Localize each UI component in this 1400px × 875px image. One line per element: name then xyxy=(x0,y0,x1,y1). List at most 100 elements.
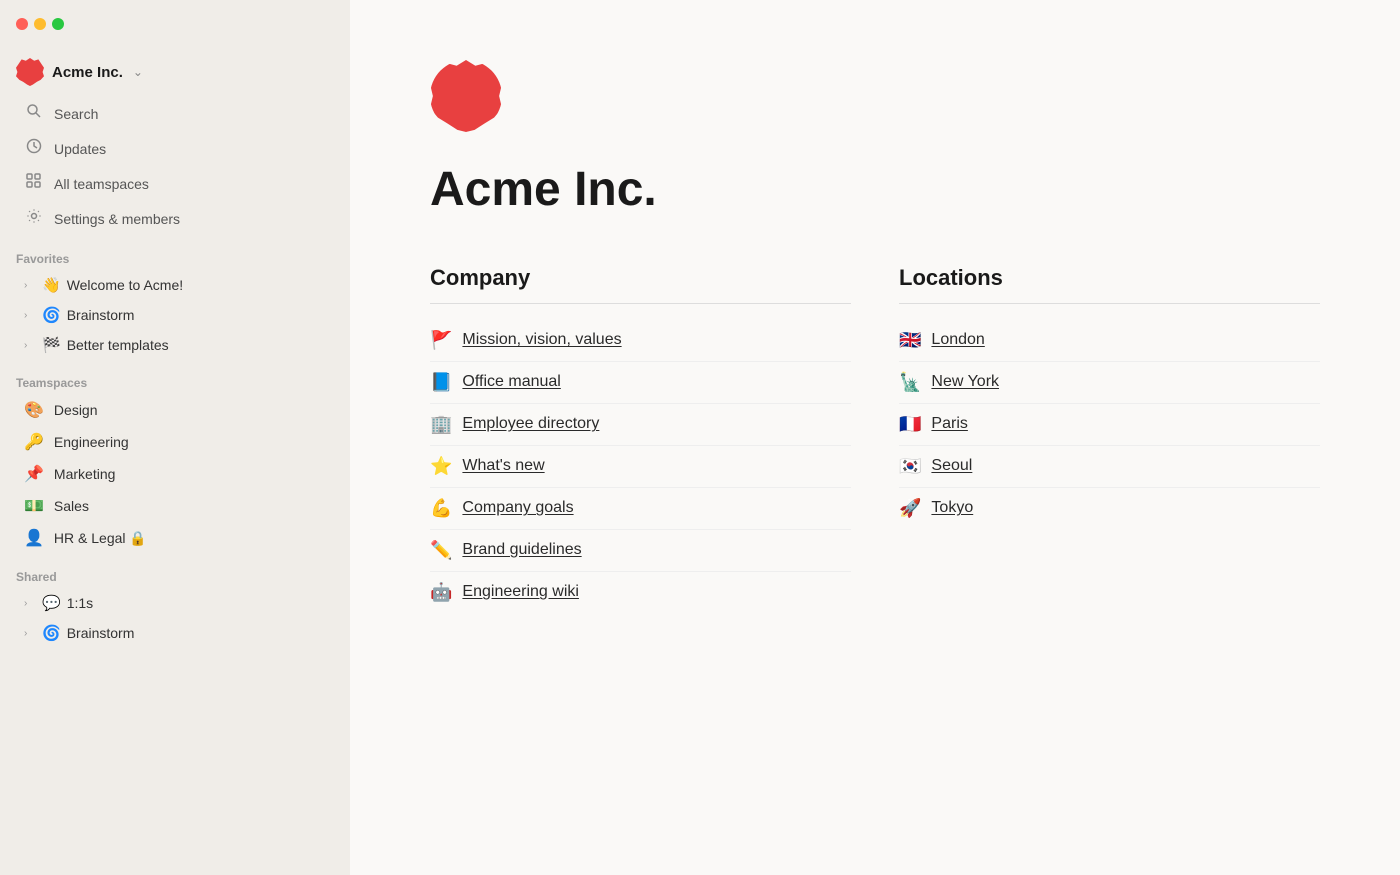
list-item-engineering-wiki[interactable]: 🤖 Engineering wiki xyxy=(430,572,851,613)
list-item-london[interactable]: 🇬🇧 London xyxy=(899,320,1320,362)
sidebar-item-brainstorm-shared[interactable]: › 🌀 Brainstorm xyxy=(8,619,342,647)
list-item-company-goals[interactable]: 💪 Company goals xyxy=(430,488,851,530)
sidebar-item-design[interactable]: 🎨 Design xyxy=(8,395,342,425)
titlebar xyxy=(0,0,350,48)
gear-icon xyxy=(24,208,44,229)
locations-heading: Locations xyxy=(899,265,1320,304)
list-item-employee-directory[interactable]: 🏢 Employee directory xyxy=(430,404,851,446)
item-label: What's new xyxy=(462,457,544,475)
directory-emoji: 🏢 xyxy=(430,414,452,435)
updates-button[interactable]: Updates xyxy=(8,132,342,165)
brainstorm-emoji: 🌀 xyxy=(42,306,61,324)
wiki-emoji: 🤖 xyxy=(430,582,452,603)
teamspaces-section-label: Teamspaces xyxy=(0,360,350,394)
shared-section-label: Shared xyxy=(0,554,350,588)
sales-emoji: 💵 xyxy=(24,496,44,516)
sidebar-item-welcome[interactable]: › 👋 Welcome to Acme! xyxy=(8,271,342,299)
sidebar-item-brainstorm-fav[interactable]: › 🌀 Brainstorm xyxy=(8,301,342,329)
mission-emoji: 🚩 xyxy=(430,330,452,351)
workspace-name: Acme Inc. xyxy=(52,64,123,81)
brainstorm-shared-emoji: 🌀 xyxy=(42,624,61,642)
settings-button[interactable]: Settings & members xyxy=(8,202,342,235)
sidebar-item-hr-legal[interactable]: 👤 HR & Legal 🔒 xyxy=(8,523,342,553)
item-label: Employee directory xyxy=(462,415,599,433)
search-label: Search xyxy=(54,106,98,122)
sidebar-item-label: Brainstorm xyxy=(67,307,135,323)
all-teamspaces-label: All teamspaces xyxy=(54,176,149,192)
marketing-emoji: 📌 xyxy=(24,464,44,484)
locations-list: 🇬🇧 London 🗽 New York 🇫🇷 Paris 🇰🇷 Seoul 🚀 xyxy=(899,320,1320,529)
item-label: Brand guidelines xyxy=(462,541,581,559)
content-grid: Company 🚩 Mission, vision, values 📘 Offi… xyxy=(430,265,1320,613)
star-emoji: ⭐ xyxy=(430,456,452,477)
sidebar-item-1on1s[interactable]: › 💬 1:1s xyxy=(8,589,342,617)
templates-emoji: 🏁 xyxy=(42,336,61,354)
list-item-whats-new[interactable]: ⭐ What's new xyxy=(430,446,851,488)
updates-label: Updates xyxy=(54,141,106,157)
item-label: Seoul xyxy=(931,457,972,475)
list-item-new-york[interactable]: 🗽 New York xyxy=(899,362,1320,404)
new-york-emoji: 🗽 xyxy=(899,372,921,393)
minimize-button[interactable] xyxy=(34,18,46,30)
company-section: Company 🚩 Mission, vision, values 📘 Offi… xyxy=(430,265,851,613)
chat-emoji: 💬 xyxy=(42,594,61,612)
chevron-right-icon: › xyxy=(24,598,36,609)
page-logo xyxy=(430,60,502,132)
sidebar-item-label: Welcome to Acme! xyxy=(67,277,183,293)
wave-emoji: 👋 xyxy=(42,276,61,294)
company-heading: Company xyxy=(430,265,851,304)
sidebar-item-label: HR & Legal 🔒 xyxy=(54,530,147,547)
list-item-brand-guidelines[interactable]: ✏️ Brand guidelines xyxy=(430,530,851,572)
brand-emoji: ✏️ xyxy=(430,540,452,561)
maximize-button[interactable] xyxy=(52,18,64,30)
sidebar-item-sales[interactable]: 💵 Sales xyxy=(8,491,342,521)
goals-emoji: 💪 xyxy=(430,498,452,519)
list-item-mission[interactable]: 🚩 Mission, vision, values xyxy=(430,320,851,362)
sidebar-item-label: Brainstorm xyxy=(67,625,135,641)
workspace-selector[interactable]: Acme Inc. ⌄ xyxy=(0,48,350,96)
sidebar-item-engineering[interactable]: 🔑 Engineering xyxy=(8,427,342,457)
item-label: London xyxy=(931,331,984,349)
company-list: 🚩 Mission, vision, values 📘 Office manua… xyxy=(430,320,851,613)
hr-emoji: 👤 xyxy=(24,528,44,548)
paris-emoji: 🇫🇷 xyxy=(899,414,921,435)
design-emoji: 🎨 xyxy=(24,400,44,420)
item-label: Tokyo xyxy=(931,499,973,517)
close-button[interactable] xyxy=(16,18,28,30)
traffic-lights xyxy=(16,18,64,30)
list-item-tokyo[interactable]: 🚀 Tokyo xyxy=(899,488,1320,529)
item-label: Engineering wiki xyxy=(462,583,579,601)
engineering-emoji: 🔑 xyxy=(24,432,44,452)
item-label: Company goals xyxy=(462,499,573,517)
favorites-section-label: Favorites xyxy=(0,236,350,270)
item-label: Paris xyxy=(931,415,967,433)
search-icon xyxy=(24,103,44,124)
london-emoji: 🇬🇧 xyxy=(899,330,921,351)
chevron-right-icon: › xyxy=(24,280,36,291)
main-content: Acme Inc. Company 🚩 Mission, vision, val… xyxy=(350,0,1400,875)
settings-label: Settings & members xyxy=(54,211,180,227)
clock-icon xyxy=(24,138,44,159)
sidebar-item-better-templates[interactable]: › 🏁 Better templates xyxy=(8,331,342,359)
all-teamspaces-button[interactable]: All teamspaces xyxy=(8,167,342,200)
list-item-office-manual[interactable]: 📘 Office manual xyxy=(430,362,851,404)
chevron-right-icon: › xyxy=(24,310,36,321)
sidebar-item-label: 1:1s xyxy=(67,595,93,611)
page-title: Acme Inc. xyxy=(430,164,1320,217)
search-button[interactable]: Search xyxy=(8,97,342,130)
chevron-right-icon: › xyxy=(24,628,36,639)
list-item-paris[interactable]: 🇫🇷 Paris xyxy=(899,404,1320,446)
item-label: Office manual xyxy=(462,373,560,391)
sidebar-item-label: Design xyxy=(54,402,98,418)
chevron-right-icon: › xyxy=(24,340,36,351)
sidebar-item-marketing[interactable]: 📌 Marketing xyxy=(8,459,342,489)
grid-icon xyxy=(24,173,44,194)
workspace-logo xyxy=(16,58,44,86)
tokyo-emoji: 🚀 xyxy=(899,498,921,519)
office-emoji: 📘 xyxy=(430,372,452,393)
sidebar-item-label: Sales xyxy=(54,498,89,514)
seoul-emoji: 🇰🇷 xyxy=(899,456,921,477)
item-label: New York xyxy=(931,373,999,391)
chevron-down-icon: ⌄ xyxy=(133,65,143,79)
list-item-seoul[interactable]: 🇰🇷 Seoul xyxy=(899,446,1320,488)
